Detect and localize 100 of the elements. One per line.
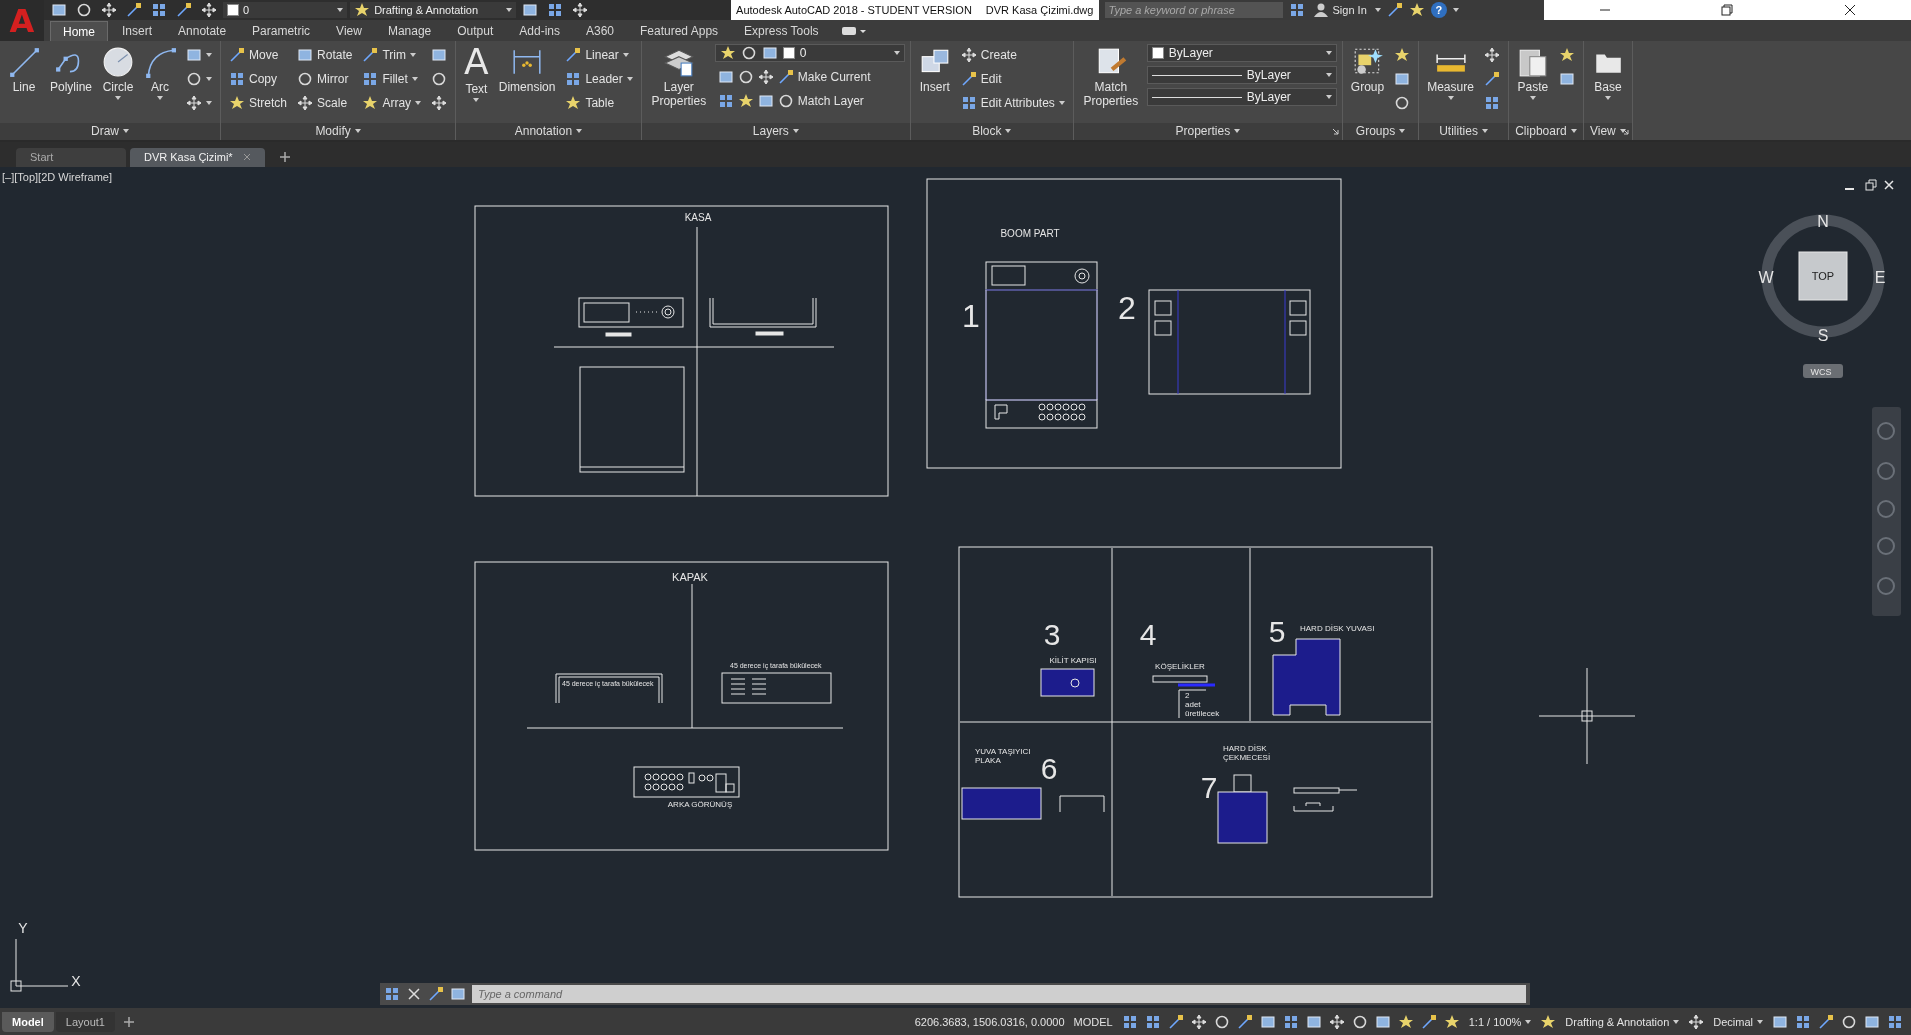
circle-icon xyxy=(740,45,757,61)
wcs-button[interactable] xyxy=(1803,363,1843,378)
panel-title[interactable]: Utilities xyxy=(1439,124,1478,139)
grid-icon xyxy=(565,71,582,87)
ribbon-tab[interactable]: Parametric xyxy=(240,21,323,41)
ribbon-tool[interactable]: Match Properties xyxy=(1078,44,1143,110)
ribbon-tool[interactable]: Stretch xyxy=(226,92,291,114)
space-button[interactable]: MODEL xyxy=(1071,1015,1115,1028)
circle-icon xyxy=(1841,1013,1857,1030)
grid-icon xyxy=(1288,2,1305,18)
document-tab[interactable]: DVR Kasa Çizimi* xyxy=(130,147,265,167)
ribbon-tool[interactable]: Insert xyxy=(915,44,954,96)
ribbon-tool[interactable]: Match Layer xyxy=(714,90,905,112)
units-button[interactable]: Decimal xyxy=(1711,1015,1765,1028)
ribbon-tool[interactable]: Edit Attributes xyxy=(957,92,1068,114)
ribbon-tab[interactable]: A360 xyxy=(574,21,626,41)
layer-dropdown[interactable]: 0 xyxy=(223,2,348,18)
ribbon-tab[interactable]: Manage xyxy=(375,21,444,41)
close-icon[interactable] xyxy=(406,985,422,1002)
document-tab[interactable]: Start xyxy=(16,147,126,167)
ribbon-tool[interactable]: Leader xyxy=(562,68,636,90)
caption-text: ARKA GÖRÜNÜŞ xyxy=(667,799,733,809)
ribbon-tool[interactable]: Trim xyxy=(359,44,425,66)
caret-icon xyxy=(1525,1019,1532,1024)
command-field[interactable]: Type a command xyxy=(472,984,1526,1003)
ribbon-tool[interactable]: Arc xyxy=(141,44,180,102)
ribbon-tool[interactable]: Move xyxy=(226,44,291,66)
ribbon-tool[interactable]: Line xyxy=(5,44,43,96)
scale-button[interactable]: 1:1 / 100% xyxy=(1466,1015,1534,1028)
ribbon-tool[interactable]: Group xyxy=(1347,44,1388,96)
ribbon-tab[interactable]: View xyxy=(324,21,374,41)
ribbon-tool[interactable]: Dimension xyxy=(495,44,559,96)
panel-title[interactable]: Properties xyxy=(1175,124,1231,139)
ribbon-tool[interactable]: Linear xyxy=(562,44,636,66)
search-field[interactable]: Type a keyword or phrase xyxy=(1104,2,1283,18)
circle-icon xyxy=(102,46,135,78)
circle-icon xyxy=(186,71,203,87)
sign-in-button[interactable]: Sign In xyxy=(1310,2,1369,18)
ribbon-tool[interactable]: Create xyxy=(957,44,1068,66)
ribbon-tab[interactable]: Output xyxy=(445,21,506,41)
restore-icon[interactable] xyxy=(1721,4,1734,16)
ribbon-tool[interactable]: Fillet xyxy=(359,68,425,90)
help-icon[interactable]: ? xyxy=(1430,2,1447,18)
ribbon-tool[interactable]: Make Current xyxy=(714,66,905,88)
circle-icon xyxy=(737,69,754,85)
ribbon-tab[interactable]: Express Tools xyxy=(732,21,831,41)
ribbon-tab[interactable]: Add-ins xyxy=(507,21,572,41)
ribbon-tab[interactable]: Featured Apps xyxy=(628,21,731,41)
panel-title[interactable]: Layers xyxy=(752,124,789,139)
ribbon-tool[interactable]: Table xyxy=(562,92,636,114)
square-icon xyxy=(186,47,203,63)
linetype-dropdown[interactable]: ByLayer xyxy=(1146,66,1337,84)
layout-tab[interactable]: Layout1 xyxy=(55,1011,115,1032)
ribbon-tool[interactable]: A Text xyxy=(461,44,492,104)
plus-icon[interactable] xyxy=(122,1015,135,1028)
panel-title[interactable]: Clipboard xyxy=(1515,124,1567,139)
grid-icon xyxy=(960,95,977,111)
panel-title[interactable]: View xyxy=(1590,124,1616,139)
panel-title[interactable]: Groups xyxy=(1355,124,1396,139)
circle-icon xyxy=(76,2,92,18)
plus-icon[interactable] xyxy=(278,150,291,163)
ribbon-tab[interactable]: Home xyxy=(50,21,108,41)
panel-title[interactable]: Draw xyxy=(91,124,119,139)
part-number: 7 xyxy=(1200,770,1218,804)
panel-title[interactable]: Modify xyxy=(315,124,351,139)
ribbon-tool[interactable]: Mirror xyxy=(294,68,356,90)
ribbon-tool[interactable]: Copy xyxy=(226,68,291,90)
ribbon-tab[interactable]: Annotate xyxy=(166,21,239,41)
layer-dropdown[interactable]: 0 xyxy=(714,44,905,62)
ribbon-tool[interactable]: Paste xyxy=(1513,44,1552,102)
launcher-icon[interactable] xyxy=(1621,127,1629,135)
workspace-dropdown[interactable]: Drafting & Annotation xyxy=(350,2,517,18)
ribbon-tool[interactable]: Base xyxy=(1588,44,1627,102)
caret-icon xyxy=(1481,129,1488,134)
star-icon xyxy=(1558,47,1575,63)
linetype-dropdown[interactable]: ByLayer xyxy=(1146,88,1337,106)
part-label: HARD DİSK YUVASI xyxy=(1300,623,1375,633)
compass-label: W xyxy=(1758,268,1774,286)
ribbon-tool[interactable]: Array xyxy=(359,92,425,114)
launcher-icon[interactable] xyxy=(1331,127,1339,135)
panel-title[interactable]: Annotation xyxy=(514,124,573,139)
grid-icon xyxy=(1887,1013,1903,1030)
minimize-icon[interactable] xyxy=(1844,187,1855,190)
ribbon-tool[interactable]: Rotate xyxy=(294,44,356,66)
square-icon xyxy=(757,93,774,109)
ribbon-tool[interactable]: Layer Properties xyxy=(646,44,711,110)
toggle-icon[interactable] xyxy=(840,25,867,37)
panel-title[interactable]: Block xyxy=(972,124,1002,139)
layout-tab[interactable]: Model xyxy=(2,1011,54,1032)
ribbon-tool[interactable]: Scale xyxy=(294,92,356,114)
color-dropdown[interactable]: ByLayer xyxy=(1146,44,1337,62)
restore-icon[interactable] xyxy=(1865,179,1877,191)
ribbon-tool[interactable]: Polyline xyxy=(47,44,96,96)
ribbon-tool[interactable]: Measure xyxy=(1424,44,1477,102)
ribbon-tab[interactable]: Insert xyxy=(110,21,165,41)
workspace-button[interactable]: Drafting & Annotation xyxy=(1563,1015,1682,1028)
ribbon-tool[interactable]: Edit xyxy=(957,68,1068,90)
ribbon-tool[interactable]: Circle xyxy=(99,44,138,102)
close-icon[interactable] xyxy=(1843,4,1856,16)
viewport-label[interactable]: [–][Top][2D Wireframe] xyxy=(2,170,113,183)
